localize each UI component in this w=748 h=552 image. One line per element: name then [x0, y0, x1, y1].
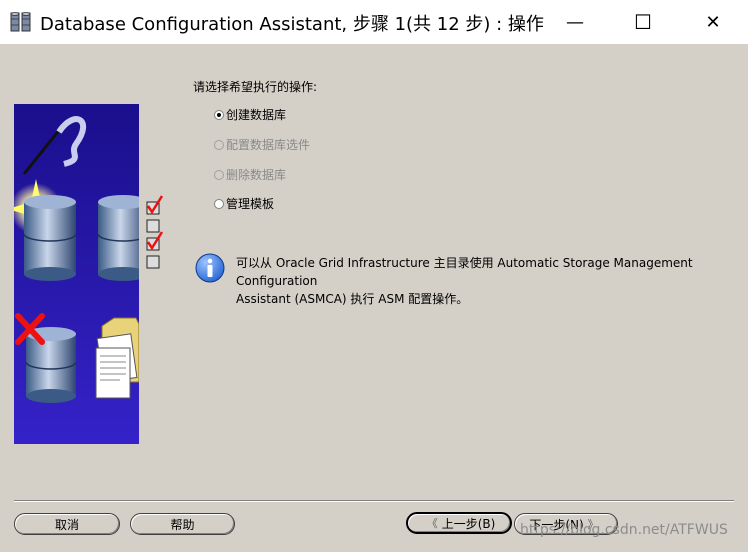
wizard-side-illustration: [14, 104, 139, 444]
info-icon: [195, 253, 225, 283]
window-title: Database Configuration Assistant, 步骤 1(共…: [40, 14, 544, 35]
checkmark-icons: [146, 195, 164, 269]
info-line-1: 可以从 Oracle Grid Infrastructure 主目录使用 Aut…: [236, 256, 693, 288]
maximize-icon: ☐: [634, 10, 652, 34]
radio-configure-database-options: [214, 139, 224, 150]
database-app-icon: [10, 12, 31, 32]
info-line-2: Assistant (ASMCA) 执行 ASM 配置操作。: [236, 292, 469, 306]
radio-manage-templates[interactable]: [214, 198, 224, 209]
chevron-left-icon: 《: [426, 517, 438, 530]
option-delete-database: 删除数据库: [214, 166, 286, 183]
content-panel: 请选择希望执行的操作: 创建数据库 配置数据库选件 删除数据库 管理模板 可以从…: [0, 44, 748, 552]
radio-delete-database: [214, 169, 224, 180]
back-label: 上一步(B): [441, 516, 496, 531]
maximize-button[interactable]: ☐: [620, 0, 666, 44]
cancel-button[interactable]: 取消: [14, 513, 120, 535]
operation-prompt: 请选择希望执行的操作:: [193, 80, 318, 94]
close-button[interactable]: ✕: [690, 0, 736, 44]
help-label: 帮助: [170, 517, 195, 532]
watermark: https://blog.csdn.net/ATFWUS: [520, 522, 728, 538]
option-configure-database-options: 配置数据库选件: [214, 136, 310, 153]
cancel-label: 取消: [54, 517, 79, 532]
option-manage-templates[interactable]: 管理模板: [214, 195, 274, 212]
option-label: 创建数据库: [226, 108, 287, 122]
option-create-database[interactable]: 创建数据库: [214, 106, 286, 123]
option-label: 配置数据库选件: [226, 138, 311, 152]
minimize-button[interactable]: —: [552, 0, 598, 44]
help-button[interactable]: 帮助: [130, 513, 235, 535]
option-label: 管理模板: [226, 197, 275, 211]
footer-separator: [14, 500, 734, 502]
close-icon: ✕: [705, 11, 721, 33]
title-bar: Database Configuration Assistant, 步骤 1(共…: [0, 0, 748, 44]
back-button[interactable]: 《 上一步(B): [406, 512, 512, 534]
minimize-icon: —: [566, 11, 584, 33]
radio-create-database[interactable]: [214, 109, 224, 120]
option-label: 删除数据库: [226, 168, 287, 182]
asmca-info-message: 可以从 Oracle Grid Infrastructure 主目录使用 Aut…: [236, 254, 736, 308]
